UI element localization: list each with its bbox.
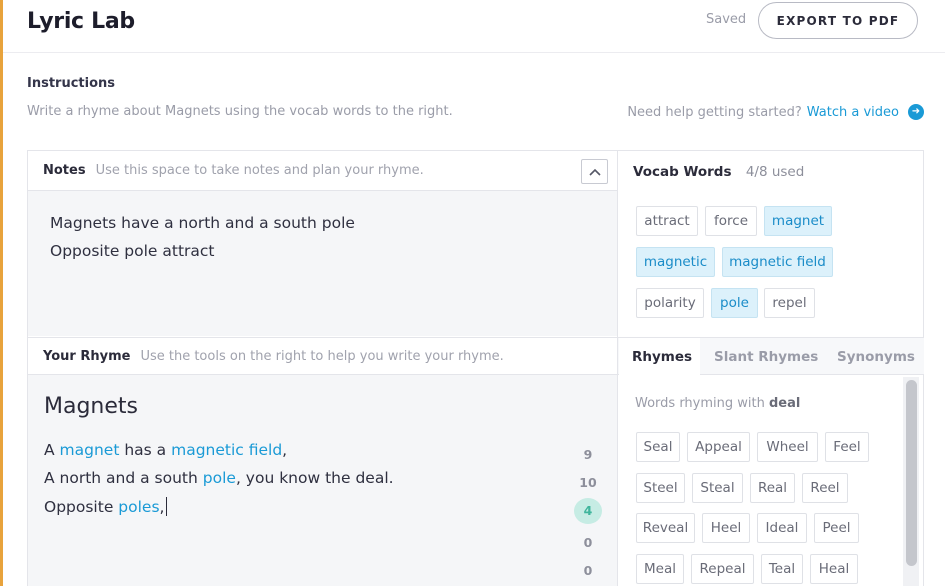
header-divider xyxy=(3,52,945,53)
text-cursor xyxy=(166,497,168,516)
rhyme-line: A north and a south pole, you know the d… xyxy=(44,469,394,487)
vocab-word-highlight: pole xyxy=(202,469,236,487)
help-section: Need help getting started? Watch a video… xyxy=(627,104,924,120)
rhyme-word-chip[interactable]: Peel xyxy=(814,513,859,543)
rhyme-text: has a xyxy=(119,441,172,459)
rhyme-word-chip[interactable]: Heal xyxy=(810,554,858,584)
rhymes-target-word: deal xyxy=(769,396,801,411)
rhyme-text: , xyxy=(282,441,288,459)
rhymes-hint-prefix: Words rhyming with xyxy=(635,396,765,411)
vocab-chip-used[interactable]: magnetic field xyxy=(722,247,833,277)
syllable-count: 0 xyxy=(583,535,593,550)
syllable-count-active: 4 xyxy=(574,498,602,524)
tab-slant-rhymes[interactable]: Slant Rhymes xyxy=(714,349,818,365)
rhyme-line: Opposite poles, xyxy=(44,497,168,516)
vocab-title: Vocab Words xyxy=(633,164,732,180)
rhyme-hint: Use the tools on the right to help you w… xyxy=(140,349,504,364)
vocab-used-count: 4/8 used xyxy=(745,164,805,180)
rhyme-text: A xyxy=(44,441,60,459)
rhyme-word-chip[interactable]: Seal xyxy=(636,432,680,462)
notes-line: Magnets have a north and a south pole xyxy=(50,214,355,232)
rhyme-text: A north and a south xyxy=(44,469,203,487)
vocab-chip[interactable]: repel xyxy=(764,288,815,318)
vocab-word-highlight: poles xyxy=(118,498,160,516)
rhyme-word-chip[interactable]: Steal xyxy=(692,473,743,503)
rhyme-header: Your Rhyme Use the tools on the right to… xyxy=(43,349,504,364)
notes-textarea[interactable] xyxy=(28,190,617,336)
rhyme-text: , xyxy=(159,498,165,516)
rhyme-word-chip[interactable]: Wheel xyxy=(757,432,818,462)
chevron-up-icon xyxy=(588,168,601,176)
rhyme-line: A magnet has a magnetic field, xyxy=(44,441,287,459)
tab-synonyms[interactable]: Synonyms xyxy=(837,349,915,365)
vocab-chip-used[interactable]: magnetic xyxy=(636,247,715,277)
notes-header: Notes Use this space to take notes and p… xyxy=(43,163,424,178)
notes-hint: Use this space to take notes and plan yo… xyxy=(95,163,424,178)
syllable-count: 9 xyxy=(583,447,593,462)
rhyme-heading: Magnets xyxy=(44,394,138,419)
watch-video-link[interactable]: Watch a video xyxy=(807,105,899,120)
rhyme-word-chip[interactable]: Appeal xyxy=(687,432,750,462)
rhymes-scrollbar-thumb[interactable] xyxy=(906,380,917,566)
rhyme-section-title: Your Rhyme xyxy=(43,349,131,364)
tab-rhymes[interactable]: Rhymes xyxy=(632,349,692,365)
vocab-chip-used[interactable]: pole xyxy=(711,288,758,318)
vocab-chip[interactable]: attract xyxy=(636,206,698,236)
vocab-chip[interactable]: polarity xyxy=(636,288,704,318)
rhyme-word-chip[interactable]: Real xyxy=(750,473,795,503)
vocab-chip-used[interactable]: magnet xyxy=(764,206,832,236)
collapse-notes-button[interactable] xyxy=(581,159,608,184)
notes-title: Notes xyxy=(43,163,86,178)
rhyme-word-chip[interactable]: Reveal xyxy=(636,513,695,543)
rhyme-text: Opposite xyxy=(44,498,119,516)
app-title: Lyric Lab xyxy=(27,9,135,34)
notes-line: Opposite pole attract xyxy=(50,242,215,260)
rhyme-word-chip[interactable]: Repeal xyxy=(691,554,754,584)
vocab-word-highlight: magnet xyxy=(59,441,120,459)
vocab-chip[interactable]: force xyxy=(705,206,757,236)
rhyme-word-chip[interactable]: Ideal xyxy=(757,513,807,543)
syllable-count: 0 xyxy=(583,563,593,578)
help-prefix: Need help getting started? xyxy=(627,104,802,120)
left-accent-bar xyxy=(0,0,3,586)
rhyme-word-chip[interactable]: Teal xyxy=(761,554,803,584)
vocab-word-highlight: magnetic field xyxy=(171,441,283,459)
syllable-count: 10 xyxy=(579,475,597,490)
rhymes-hint: Words rhyming with deal xyxy=(635,396,800,411)
rhyme-word-chip[interactable]: Reel xyxy=(802,473,848,503)
instructions-title: Instructions xyxy=(27,76,116,91)
rhyme-text: , you know the deal. xyxy=(235,469,394,487)
rhyme-word-chip[interactable]: Steel xyxy=(636,473,685,503)
export-pdf-button[interactable]: EXPORT TO PDF xyxy=(758,2,918,39)
rhyme-word-chip[interactable]: Feel xyxy=(825,432,869,462)
rhyme-word-chip[interactable]: Meal xyxy=(636,554,684,584)
save-status: Saved xyxy=(706,12,747,27)
instructions-text: Write a rhyme about Magnets using the vo… xyxy=(27,104,453,119)
rhyme-word-chip[interactable]: Heel xyxy=(702,513,750,543)
vocab-header: Vocab Words 4/8 used xyxy=(633,164,804,180)
arrow-right-icon[interactable]: ➜ xyxy=(908,104,924,120)
